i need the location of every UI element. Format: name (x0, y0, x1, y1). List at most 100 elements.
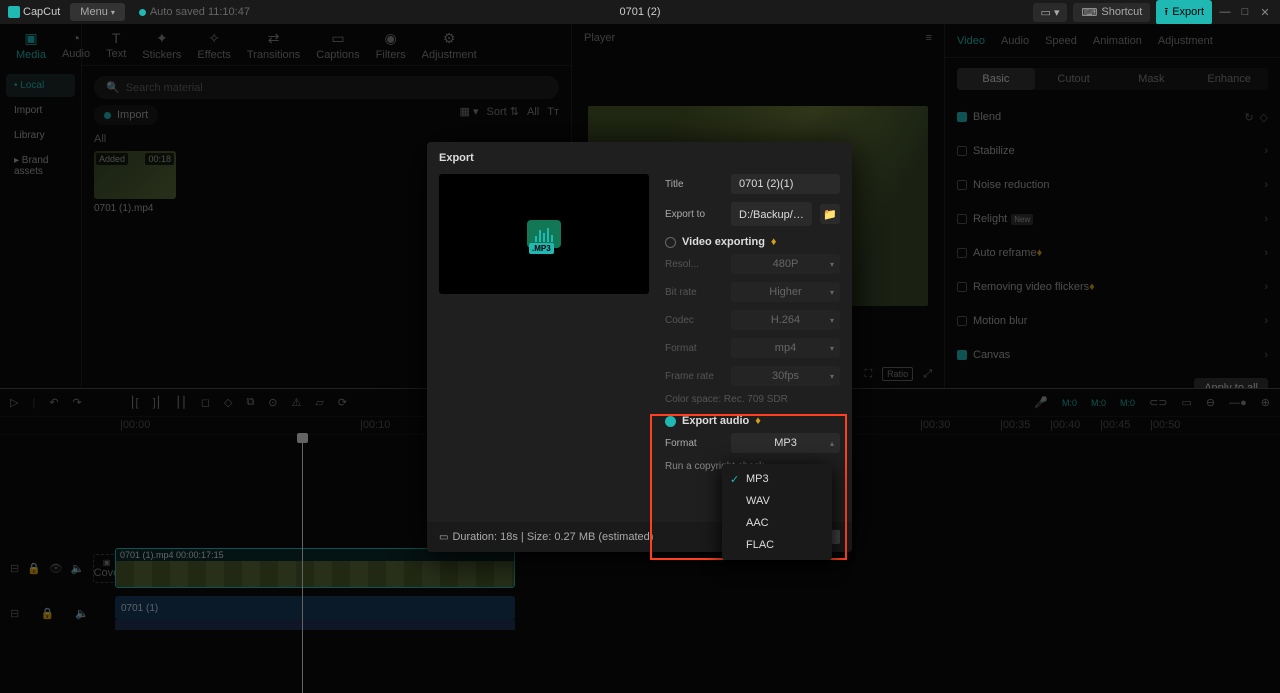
copy-icon[interactable]: ⧉ (246, 396, 254, 409)
track-visible-icon[interactable]: 👁 (49, 562, 63, 575)
media-tab-effects[interactable]: ✧Effects (189, 30, 238, 61)
magnet-icon[interactable]: ⊂⊃ (1149, 396, 1167, 409)
video-clip[interactable]: 0701 (1).mp4 00:00:17:15 (115, 548, 515, 588)
player-menu-icon[interactable]: ≡ (926, 32, 932, 44)
track-mute-icon-2[interactable]: 🔈 (75, 607, 89, 620)
rp-tab-animation[interactable]: Animation (1093, 35, 1142, 47)
keyframe-icon[interactable]: ◇ (1260, 111, 1268, 124)
split-del-icon[interactable]: ⎮⎮ (175, 396, 186, 409)
layout-toggle-button[interactable]: ▭ ▾ (1033, 3, 1068, 22)
token-3[interactable]: M:0 (1120, 398, 1135, 408)
marker-icon[interactable]: ◇ (224, 396, 232, 409)
search-input[interactable]: 🔍 Search material (94, 76, 559, 99)
export-path-input[interactable]: D:/Backup/桌面/0701... (731, 202, 812, 226)
zoom-out-icon[interactable]: ⊖ (1206, 396, 1215, 409)
media-tab-transitions[interactable]: ⇄Transitions (239, 30, 308, 61)
rp-subtab-enhance[interactable]: Enhance (1190, 68, 1268, 90)
format-option-flac[interactable]: FLAC (722, 534, 832, 556)
text-size-icon[interactable]: Tᴛ (547, 106, 559, 118)
minimize-icon[interactable]: — (1218, 6, 1232, 18)
reverse-icon[interactable]: ⊙ (268, 396, 277, 409)
rp-row-blend[interactable]: Blend↻◇ (957, 100, 1268, 134)
export-resol--select[interactable]: 480P▾ (731, 254, 840, 274)
track-mute-icon[interactable]: 🔈 (71, 562, 85, 575)
rp-tab-video[interactable]: Video (957, 35, 985, 47)
pointer-tool-icon[interactable]: ▷ (10, 396, 18, 409)
rp-row-stabilize[interactable]: Stabilize› (957, 134, 1268, 168)
media-tab-audio[interactable]: ◔Audio (54, 30, 98, 60)
nav-brand-assets[interactable]: ▸ Brand assets (6, 149, 75, 183)
export-frame-rate-select[interactable]: 30fps▾ (731, 366, 840, 386)
player-label: Player (584, 32, 615, 44)
rp-subtab-basic[interactable]: Basic (957, 68, 1035, 90)
export-bit-rate-select[interactable]: Higher▾ (731, 282, 840, 302)
mirror-icon[interactable]: ▱ (315, 396, 323, 409)
filter-all-button[interactable]: All (527, 106, 539, 118)
rp-row-removing-video-flickers[interactable]: Removing video flickers ♦› (957, 270, 1268, 304)
track-collapse-icon-2[interactable]: ⊟ (10, 607, 19, 620)
export-title-input[interactable]: 0701 (2)(1) (731, 174, 840, 194)
redo-icon[interactable]: ↷ (73, 396, 82, 409)
rp-row-noise-reduction[interactable]: Noise reduction› (957, 168, 1268, 202)
export-codec-select[interactable]: H.264▾ (731, 310, 840, 330)
apply-to-all-button[interactable]: Apply to all (1194, 378, 1268, 388)
media-tab-adjustment[interactable]: ⚙Adjustment (414, 30, 485, 61)
format-option-mp3[interactable]: MP3 (722, 468, 832, 490)
audio-format-select[interactable]: MP3▴ (731, 433, 840, 453)
track-lock-icon[interactable]: 🔒 (27, 562, 41, 575)
rp-subtab-mask[interactable]: Mask (1113, 68, 1191, 90)
mic-icon[interactable]: 🎤 (1034, 396, 1048, 409)
view-toggle-icon[interactable]: ▦ ▾ (460, 105, 479, 118)
token-1[interactable]: M:0 (1062, 398, 1077, 408)
media-tab-text[interactable]: TText (98, 30, 134, 60)
crop-icon[interactable]: ◻ (201, 396, 210, 409)
media-tab-captions[interactable]: ▭Captions (308, 30, 367, 61)
rp-tab-audio[interactable]: Audio (1001, 35, 1029, 47)
nav-local[interactable]: • Local (6, 74, 75, 97)
export-button[interactable]: ⭱ Export (1156, 0, 1212, 25)
nav-import[interactable]: Import (6, 99, 75, 122)
ratio-button[interactable]: Ratio (882, 367, 913, 381)
audio-clip[interactable]: 0701 (1) (115, 596, 515, 630)
zoom-slider[interactable]: —● (1229, 397, 1247, 409)
rotate-icon[interactable]: ⟳ (338, 396, 347, 409)
undo-icon[interactable]: ↶ (49, 396, 58, 409)
token-2[interactable]: M:0 (1091, 398, 1106, 408)
track-lock-icon-2[interactable]: 🔒 (40, 607, 54, 620)
audio-export-checkbox[interactable] (665, 416, 676, 427)
fullscreen-icon[interactable]: ⤢ (923, 368, 932, 381)
rp-subtab-cutout[interactable]: Cutout (1035, 68, 1113, 90)
reset-icon[interactable]: ↻ (1244, 111, 1253, 124)
app-logo: CapCut (8, 6, 60, 18)
shortcut-button[interactable]: ⌨ Shortcut (1073, 3, 1150, 22)
rp-row-relight[interactable]: RelightNew› (957, 202, 1268, 236)
preview-icon[interactable]: ▭ (1182, 396, 1192, 409)
sort-button[interactable]: Sort ⇅ (487, 105, 519, 118)
format-option-wav[interactable]: WAV (722, 490, 832, 512)
rp-row-canvas[interactable]: Canvas› (957, 338, 1268, 372)
media-tab-media[interactable]: ▣Media (8, 30, 54, 61)
rp-row-motion-blur[interactable]: Motion blur› (957, 304, 1268, 338)
zoom-in-icon[interactable]: ⊕ (1261, 396, 1270, 409)
media-tab-stickers[interactable]: ✦Stickers (134, 30, 189, 61)
browse-folder-button[interactable]: 📁 (820, 204, 840, 224)
export-format-select[interactable]: mp4▾ (731, 338, 840, 358)
warn-icon[interactable]: ⚠ (292, 396, 302, 409)
import-pill[interactable]: Import (94, 105, 158, 125)
split-left-icon[interactable]: ]⎮ (153, 396, 162, 409)
rp-tab-adjustment[interactable]: Adjustment (1158, 35, 1213, 47)
export-modal-title: Export (427, 142, 852, 174)
split-icon[interactable]: ⎮[ (130, 396, 139, 409)
menu-button[interactable]: Menu▾ (70, 3, 125, 21)
rp-row-auto-reframe[interactable]: Auto reframe ♦› (957, 236, 1268, 270)
close-icon[interactable]: ✕ (1258, 6, 1272, 19)
track-collapse-icon[interactable]: ⊟ (10, 562, 19, 575)
media-tab-filters[interactable]: ◉Filters (368, 30, 414, 61)
nav-library[interactable]: Library (6, 124, 75, 147)
playhead[interactable] (302, 435, 303, 693)
detect-icon[interactable]: ⛶ (864, 368, 872, 381)
rp-tab-speed[interactable]: Speed (1045, 35, 1077, 47)
format-option-aac[interactable]: AAC (722, 512, 832, 534)
maximize-icon[interactable]: □ (1238, 6, 1252, 18)
video-export-checkbox[interactable] (665, 237, 676, 248)
